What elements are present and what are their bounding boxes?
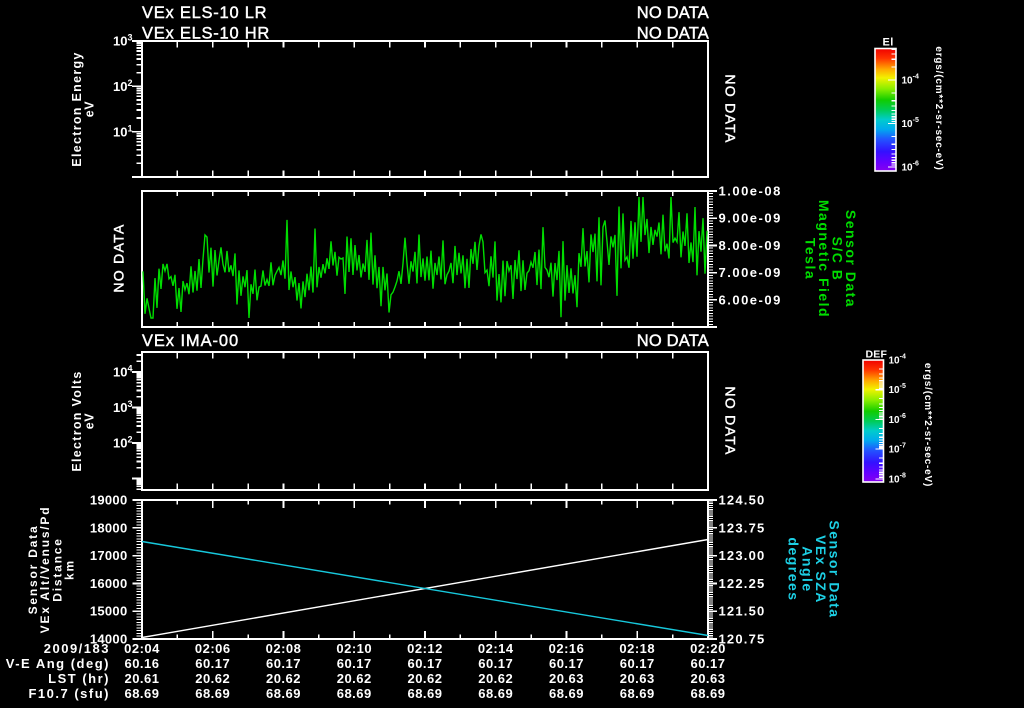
svg-text:NO DATA: NO DATA: [111, 223, 127, 292]
svg-text:VEx ELS-10 HR: VEx ELS-10 HR: [142, 25, 270, 43]
svg-text:ergs/(cm**2-sr-sec-eV): ergs/(cm**2-sr-sec-eV): [933, 46, 944, 170]
svg-text:9.00e-09: 9.00e-09: [719, 211, 782, 226]
svg-text:02:06: 02:06: [195, 641, 231, 656]
svg-text:VEx IMA-00: VEx IMA-00: [142, 332, 239, 350]
svg-text:02:08: 02:08: [266, 641, 302, 656]
svg-text:18000: 18000: [90, 520, 128, 535]
svg-text:LST (hr): LST (hr): [48, 671, 110, 686]
svg-text:NO DATA: NO DATA: [637, 4, 709, 22]
svg-text:6.00e-09: 6.00e-09: [719, 292, 782, 307]
svg-text:NO DATA: NO DATA: [637, 332, 709, 350]
svg-text:68.69: 68.69: [124, 686, 159, 701]
svg-text:degrees: degrees: [786, 537, 802, 601]
svg-text:eV: eV: [83, 101, 97, 118]
svg-text:17000: 17000: [90, 548, 128, 563]
svg-text:02:04: 02:04: [124, 641, 160, 656]
svg-text:68.69: 68.69: [549, 686, 584, 701]
svg-text:8.00e-09: 8.00e-09: [719, 238, 782, 253]
svg-text:60.17: 60.17: [407, 656, 442, 671]
svg-text:60.17: 60.17: [620, 656, 655, 671]
svg-text:20.63: 20.63: [620, 671, 655, 686]
svg-text:60.17: 60.17: [690, 656, 725, 671]
svg-text:7.00e-09: 7.00e-09: [719, 265, 782, 280]
svg-text:19000: 19000: [90, 493, 128, 508]
svg-text:68.69: 68.69: [620, 686, 655, 701]
svg-text:16000: 16000: [90, 576, 128, 591]
svg-text:68.69: 68.69: [337, 686, 372, 701]
svg-text:68.69: 68.69: [195, 686, 230, 701]
svg-text:121.50: 121.50: [719, 604, 766, 619]
svg-text:02:14: 02:14: [478, 641, 514, 656]
svg-text:20.62: 20.62: [195, 671, 230, 686]
svg-text:68.69: 68.69: [690, 686, 725, 701]
svg-text:1.00e-08: 1.00e-08: [719, 184, 782, 199]
svg-text:60.16: 60.16: [124, 656, 159, 671]
svg-text:02:20: 02:20: [690, 641, 726, 656]
svg-text:20.62: 20.62: [337, 671, 372, 686]
svg-text:02:12: 02:12: [407, 641, 443, 656]
svg-text:123.75: 123.75: [719, 520, 766, 535]
svg-text:V-E Ang (deg): V-E Ang (deg): [6, 656, 110, 671]
svg-text:DEF: DEF: [866, 349, 888, 361]
svg-text:124.50: 124.50: [719, 493, 766, 508]
svg-text:eV: eV: [83, 413, 97, 430]
svg-text:20.63: 20.63: [549, 671, 584, 686]
svg-text:NO DATA: NO DATA: [723, 74, 739, 143]
svg-text:20.62: 20.62: [407, 671, 442, 686]
svg-text:20.62: 20.62: [478, 671, 513, 686]
svg-text:68.69: 68.69: [407, 686, 442, 701]
svg-text:Tesla: Tesla: [803, 238, 819, 280]
svg-text:60.17: 60.17: [337, 656, 372, 671]
svg-text:02:18: 02:18: [619, 641, 655, 656]
svg-text:02:16: 02:16: [549, 641, 585, 656]
svg-text:68.69: 68.69: [266, 686, 301, 701]
svg-text:123.00: 123.00: [719, 548, 766, 563]
svg-text:VEx ELS-10 LR: VEx ELS-10 LR: [142, 4, 267, 22]
svg-text:20.62: 20.62: [266, 671, 301, 686]
svg-text:El: El: [883, 37, 894, 49]
svg-text:km: km: [63, 559, 77, 580]
svg-text:ergs/(cm**2-sr-sec-eV): ergs/(cm**2-sr-sec-eV): [922, 363, 933, 487]
svg-text:F10.7 (sfu): F10.7 (sfu): [28, 686, 110, 701]
svg-text:60.17: 60.17: [195, 656, 230, 671]
svg-text:60.17: 60.17: [478, 656, 513, 671]
svg-text:60.17: 60.17: [549, 656, 584, 671]
svg-text:2009/183: 2009/183: [44, 641, 110, 656]
svg-text:20.63: 20.63: [690, 671, 725, 686]
svg-text:20.61: 20.61: [124, 671, 159, 686]
svg-text:NO DATA: NO DATA: [637, 25, 709, 43]
svg-text:15000: 15000: [90, 604, 128, 619]
svg-text:122.25: 122.25: [719, 576, 766, 591]
svg-text:02:10: 02:10: [336, 641, 372, 656]
svg-text:NO DATA: NO DATA: [723, 386, 739, 455]
svg-text:68.69: 68.69: [478, 686, 513, 701]
svg-text:60.17: 60.17: [266, 656, 301, 671]
